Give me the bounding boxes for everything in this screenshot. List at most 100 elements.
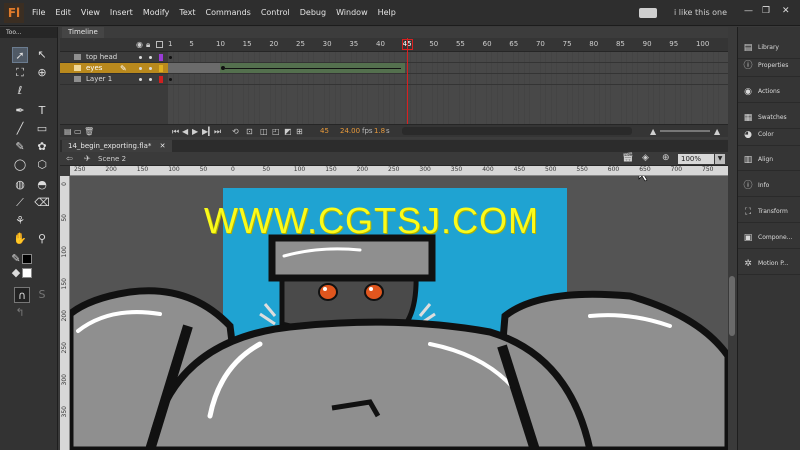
zoom-level-input[interactable]: 100% (678, 154, 714, 164)
layer-row-selected[interactable]: eyes ✎ (60, 63, 168, 74)
visibility-dot[interactable] (139, 78, 142, 81)
restore-icon[interactable]: ❐ (762, 6, 770, 16)
deco-tool-icon[interactable]: ✿ (34, 139, 50, 155)
panel-align[interactable]: ▥ Align (738, 149, 800, 171)
free-transform-tool-icon[interactable]: ⛶ (12, 65, 28, 81)
straighten-icon[interactable]: ↰ (12, 305, 28, 321)
panel-actions[interactable]: ◉ Actions (738, 81, 800, 103)
paint-bucket-tool-icon[interactable]: ◍ (12, 177, 28, 193)
step-forward-icon[interactable]: ▶▎ (202, 127, 214, 136)
close-icon[interactable]: ✕ (782, 6, 790, 16)
outline-icon[interactable] (156, 41, 163, 48)
minimize-icon[interactable]: — (744, 6, 753, 16)
zoom-dropdown-chevron-icon[interactable]: ▼ (715, 154, 725, 164)
close-tab-icon[interactable]: ✕ (160, 142, 166, 150)
panel-color[interactable]: ◕ Color (738, 124, 800, 146)
playhead-handle[interactable] (402, 39, 413, 50)
edit-scene-icon[interactable]: 🎬︎ (622, 153, 633, 163)
new-layer-icon[interactable]: ▤ (64, 127, 72, 136)
lock-dot[interactable] (149, 78, 152, 81)
line-tool-icon[interactable]: ╱ (12, 121, 28, 137)
panel-compone[interactable]: ▣ Compone... (738, 227, 800, 249)
smooth-icon[interactable]: S (34, 287, 50, 303)
panel-properties[interactable]: ⓘ Properties (738, 55, 800, 77)
visibility-dot[interactable] (139, 56, 142, 59)
lasso-tool-icon[interactable]: ℓ (12, 83, 28, 99)
lock-icon[interactable]: 🔒︎ (146, 40, 150, 50)
oval-tool-icon[interactable]: ◯ (12, 157, 28, 173)
subselection-tool-icon[interactable]: ↖ (34, 47, 50, 63)
workspace-name[interactable]: i like this one (674, 0, 727, 26)
rectangle-tool-icon[interactable]: ▭ (34, 121, 50, 137)
current-frame-value[interactable]: 45 (320, 127, 329, 135)
menu-modify[interactable]: Modify (143, 0, 170, 26)
bone-tool-icon[interactable]: ⚘ (12, 213, 28, 229)
frame-row[interactable] (168, 63, 728, 74)
layer-row[interactable]: top head (60, 52, 168, 63)
menu-debug[interactable]: Debug (300, 0, 326, 26)
center-stage-icon[interactable]: ⊕ (662, 153, 670, 163)
selection-tool-icon[interactable]: ➚ (12, 47, 28, 63)
layer-color-swatch[interactable] (159, 65, 163, 72)
menu-edit[interactable]: Edit (55, 0, 71, 26)
static-frames[interactable] (168, 63, 220, 73)
go-to-first-frame-icon[interactable]: ⏮ (172, 127, 179, 137)
document-tab[interactable]: 14_begin_exporting.fla* ✕ (62, 140, 172, 152)
eyedropper-tool-icon[interactable]: ⟋ (12, 195, 28, 211)
workspace-switcher-icon[interactable] (639, 8, 657, 18)
layer-color-swatch[interactable] (159, 76, 163, 83)
back-arrow-icon[interactable]: ⇦ (66, 154, 73, 163)
onion-skin-icon[interactable]: ◫ (260, 127, 268, 136)
playhead[interactable] (407, 38, 408, 124)
panel-info[interactable]: ⓘ Info (738, 175, 800, 197)
frame-zoom-slider[interactable] (660, 130, 710, 132)
onion-outlines-icon[interactable]: ◰ (272, 127, 280, 136)
zoom-tool-icon[interactable]: ⚲ (34, 231, 50, 247)
timeline-tab[interactable]: Timeline (62, 27, 104, 38)
frame-row[interactable] (168, 52, 728, 63)
pen-tool-icon[interactable]: ✒ (12, 103, 28, 119)
go-to-last-frame-icon[interactable]: ⏭ (214, 127, 221, 137)
hand-tool-icon[interactable]: ✋ (12, 231, 28, 247)
layer-row[interactable]: Layer 1 (60, 74, 168, 85)
panel-transform[interactable]: ⛶ Transform (738, 201, 800, 223)
menu-help[interactable]: Help (378, 0, 396, 26)
show-hide-eye-icon[interactable]: ◉ (136, 40, 143, 49)
stage-area[interactable]: WWW.CGTSJ.COM (70, 176, 728, 450)
text-tool-icon[interactable]: T (34, 103, 50, 119)
menu-insert[interactable]: Insert (110, 0, 133, 26)
ink-bottle-tool-icon[interactable]: ◓ (34, 177, 50, 193)
fill-color-swatch[interactable] (22, 268, 32, 278)
visibility-dot[interactable] (139, 67, 142, 70)
elapsed-time-value[interactable]: 1.8 (374, 127, 385, 135)
frame-grid[interactable] (168, 52, 728, 124)
new-folder-icon[interactable]: ▭ (74, 127, 82, 136)
step-back-icon[interactable]: ◀ (182, 127, 188, 136)
panel-motion-p[interactable]: ✲ Motion P... (738, 253, 800, 275)
pencil-tool-icon[interactable]: ✎ (12, 139, 28, 155)
menu-window[interactable]: Window (336, 0, 368, 26)
stroke-color-swatch[interactable] (22, 254, 32, 264)
menu-commands[interactable]: Commands (206, 0, 251, 26)
edit-multiple-frames-icon[interactable]: ◩ (284, 127, 292, 136)
scrollbar-thumb[interactable] (729, 276, 735, 336)
zoom-out-frames-icon[interactable]: ▲ (650, 127, 656, 136)
lock-dot[interactable] (149, 56, 152, 59)
menu-text[interactable]: Text (179, 0, 195, 26)
play-icon[interactable]: ▶ (192, 127, 198, 136)
eraser-tool-icon[interactable]: ⌫ (34, 195, 50, 211)
modify-markers-icon[interactable]: ⊞ (296, 127, 303, 136)
menu-view[interactable]: View (81, 0, 100, 26)
keyframe[interactable] (169, 56, 172, 59)
fps-value[interactable]: 24.00 (340, 127, 360, 135)
zoom-in-frames-icon[interactable]: ▲ (714, 127, 720, 136)
layer-color-swatch[interactable] (159, 54, 163, 61)
frame-row[interactable] (168, 74, 728, 85)
delete-layer-icon[interactable]: 🗑︎ (84, 127, 94, 136)
loop-icon[interactable]: ⟲ (232, 127, 239, 136)
timeline-scrollbar[interactable] (402, 127, 632, 135)
polystar-tool-icon[interactable]: ⬡ (34, 157, 50, 173)
menu-control[interactable]: Control (261, 0, 290, 26)
3d-rotation-tool-icon[interactable]: ⊕ (34, 65, 50, 81)
snap-to-objects-icon[interactable]: ∩ (14, 287, 30, 303)
